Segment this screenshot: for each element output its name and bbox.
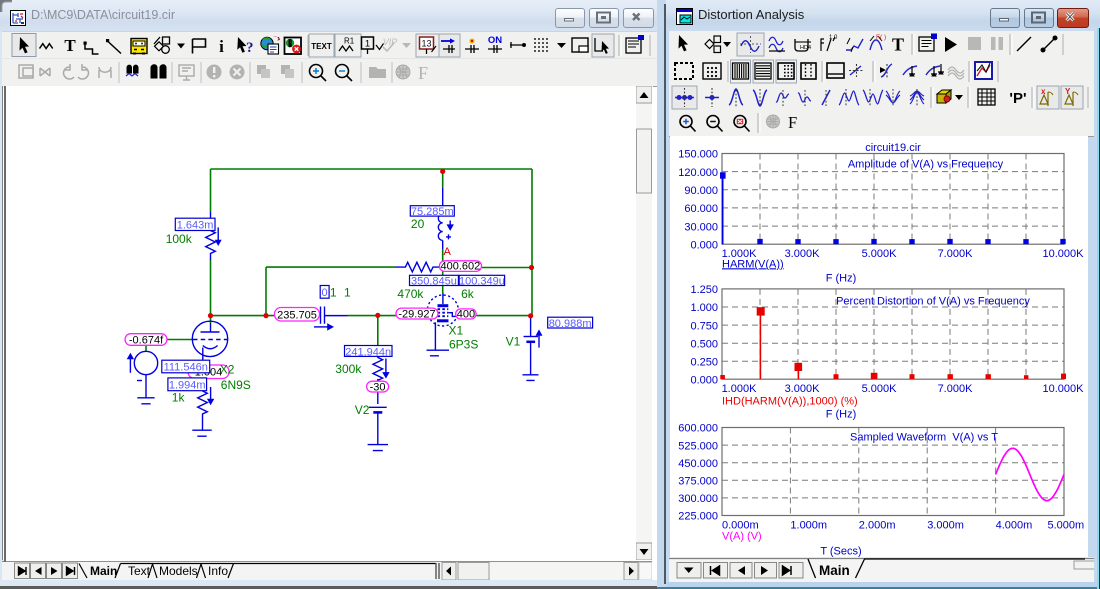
- svg-text:1.250: 1.250: [690, 284, 718, 296]
- svg-text:400.602: 400.602: [441, 261, 481, 273]
- svg-text:375.000: 375.000: [678, 476, 718, 488]
- svg-text:HARM(V(A)): HARM(V(A)): [722, 258, 784, 270]
- svg-text:300k: 300k: [335, 362, 362, 376]
- svg-text:i: i: [219, 37, 224, 56]
- svg-text:4.000m: 4.000m: [996, 519, 1033, 531]
- svg-text:'P': 'P': [1009, 90, 1026, 107]
- svg-text:Y: Y: [1065, 87, 1071, 96]
- svg-text:1: 1: [344, 286, 351, 300]
- svg-text:VIP: VIP: [383, 37, 398, 47]
- svg-text:150.000: 150.000: [678, 149, 718, 161]
- svg-text:1.000m: 1.000m: [790, 519, 827, 531]
- svg-text:3.000K: 3.000K: [785, 383, 821, 395]
- svg-text:235.705: 235.705: [277, 310, 317, 322]
- svg-text:6k: 6k: [461, 287, 475, 301]
- svg-text:5.000K: 5.000K: [862, 383, 898, 395]
- svg-text:Models: Models: [159, 564, 198, 578]
- svg-text:7.000K: 7.000K: [938, 248, 974, 260]
- svg-text:Percent Distortion of V(A) vs: Percent Distortion of V(A) vs Frequency: [836, 295, 1030, 307]
- svg-text:V1: V1: [506, 335, 521, 349]
- svg-text:0.750: 0.750: [690, 320, 718, 332]
- svg-text:20: 20: [411, 217, 425, 231]
- svg-text:2.000m: 2.000m: [859, 519, 896, 531]
- svg-text:1.000: 1.000: [690, 302, 718, 314]
- svg-text:?: ?: [246, 40, 254, 56]
- svg-text:350.845u: 350.845u: [411, 275, 457, 287]
- svg-text:-30: -30: [370, 381, 386, 393]
- svg-text:600.000: 600.000: [678, 423, 718, 435]
- svg-text:111.546n: 111.546n: [164, 362, 208, 374]
- svg-text:R1: R1: [344, 37, 355, 46]
- svg-text:100.349u: 100.349u: [459, 275, 505, 287]
- svg-text:1: 1: [330, 286, 337, 300]
- svg-text:30.000: 30.000: [684, 221, 718, 233]
- svg-text:T: T: [892, 35, 904, 55]
- svg-text:6P3S: 6P3S: [449, 338, 478, 352]
- svg-text:400: 400: [457, 309, 475, 321]
- svg-text:TEXT: TEXT: [311, 42, 332, 51]
- svg-text:60.000: 60.000: [684, 203, 718, 215]
- svg-text:1.000K: 1.000K: [722, 383, 758, 395]
- svg-text:Main: Main: [90, 564, 117, 578]
- svg-text:100k: 100k: [166, 232, 193, 246]
- svg-text:F (Hz): F (Hz): [826, 273, 857, 285]
- svg-text:225.000: 225.000: [678, 511, 718, 523]
- svg-text:T: T: [64, 36, 76, 55]
- svg-text:1: 1: [365, 39, 370, 50]
- svg-text:470k: 470k: [397, 287, 424, 301]
- svg-text:0.000: 0.000: [690, 239, 718, 251]
- svg-text:F: F: [418, 63, 428, 83]
- svg-text:3.000K: 3.000K: [785, 248, 821, 260]
- svg-text:Main: Main: [819, 563, 850, 578]
- svg-text:7.000K: 7.000K: [938, 383, 974, 395]
- svg-text:HD4: HD4: [800, 45, 811, 51]
- svg-text:0.000: 0.000: [690, 374, 718, 386]
- svg-text:IHD(HARM(V(A)),1000) (%): IHD(HARM(V(A)),1000) (%): [722, 395, 858, 407]
- svg-text:V2: V2: [355, 403, 370, 417]
- svg-text:13: 13: [421, 39, 431, 49]
- svg-text:241.944n: 241.944n: [345, 346, 391, 358]
- svg-text:1.643m: 1.643m: [177, 219, 214, 231]
- svg-text:F( ): F( ): [876, 34, 886, 41]
- svg-text:300.000: 300.000: [678, 493, 718, 505]
- svg-text:90.000: 90.000: [684, 185, 718, 197]
- svg-text:F (Hz): F (Hz): [826, 409, 857, 421]
- svg-text:X1: X1: [449, 324, 464, 338]
- svg-text:0: 0: [322, 287, 328, 299]
- svg-text:-29.927: -29.927: [398, 308, 435, 320]
- svg-text:X2: X2: [220, 362, 235, 376]
- svg-text:Sampled Waveform V(A) vs T: Sampled Waveform V(A) vs T: [850, 432, 998, 444]
- svg-text:5.000K: 5.000K: [862, 248, 898, 260]
- svg-text:A: A: [444, 246, 452, 258]
- svg-text:circuit19.cir: circuit19.cir: [865, 142, 921, 154]
- svg-text:T (Secs): T (Secs): [820, 545, 861, 557]
- svg-text:10.000K: 10.000K: [1043, 248, 1085, 260]
- svg-text:120.000: 120.000: [678, 167, 718, 179]
- svg-text:0.500: 0.500: [690, 338, 718, 350]
- svg-text:Amplitude of V(A) vs Frequency: Amplitude of V(A) vs Frequency: [848, 159, 1004, 171]
- svg-text:0.250: 0.250: [690, 357, 718, 369]
- svg-text:1.0: 1.0: [829, 35, 838, 41]
- svg-text:525.000: 525.000: [678, 440, 718, 452]
- svg-text:6N9S: 6N9S: [221, 378, 251, 392]
- svg-text:ON: ON: [488, 35, 502, 46]
- svg-text:V(A) (V): V(A) (V): [722, 530, 762, 542]
- svg-text:Text: Text: [128, 564, 151, 578]
- svg-text:1k: 1k: [172, 391, 186, 405]
- svg-text:5.000m: 5.000m: [1048, 519, 1085, 531]
- svg-text:10.000K: 10.000K: [1043, 383, 1085, 395]
- svg-text:3.000m: 3.000m: [927, 519, 964, 531]
- svg-text:Info: Info: [208, 564, 228, 578]
- svg-text:F: F: [788, 113, 797, 132]
- svg-text:80.988m: 80.988m: [549, 318, 592, 330]
- svg-text:450.000: 450.000: [678, 458, 718, 470]
- svg-text:-0.674f: -0.674f: [129, 334, 164, 346]
